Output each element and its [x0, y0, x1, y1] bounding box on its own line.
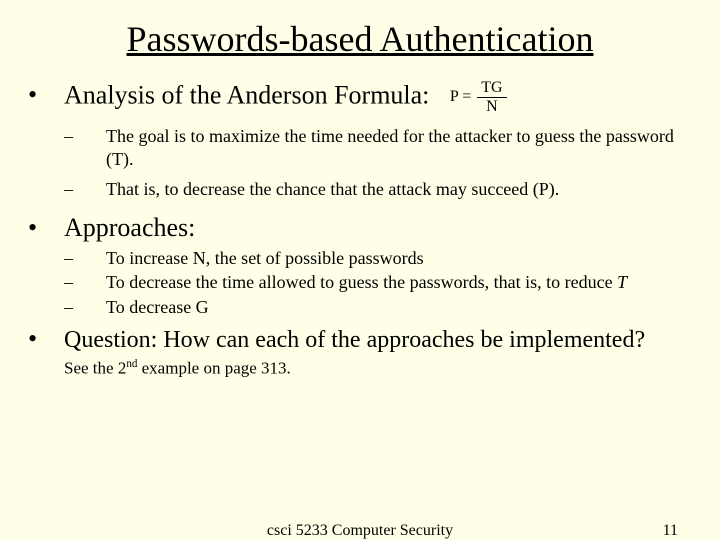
- formula-numerator: TG: [477, 80, 506, 98]
- analysis-sub-2: – That is, to decrease the chance that t…: [64, 178, 692, 201]
- bullet-dot-icon: •: [28, 324, 64, 354]
- bullet-analysis-label: Analysis of the Anderson Formula: P = TG…: [64, 80, 507, 115]
- footer-page-number: 11: [663, 522, 678, 540]
- example-pre: See the 2: [64, 359, 126, 378]
- question-text: Question: How can each of the approaches…: [64, 327, 645, 354]
- approach-sub-2: – To decrease the time allowed to guess …: [64, 271, 692, 294]
- anderson-formula: P = TG N: [450, 80, 507, 115]
- bullet-approaches: • Approaches:: [28, 207, 692, 245]
- dash-icon: –: [64, 125, 106, 148]
- dash-icon: –: [64, 247, 106, 270]
- approach-sub-3-text: To decrease G: [106, 296, 209, 319]
- dash-icon: –: [64, 271, 106, 294]
- footer-course: csci 5233 Computer Security: [267, 522, 453, 540]
- dash-icon: –: [64, 296, 106, 319]
- example-sup: nd: [126, 358, 137, 370]
- slide: Passwords-based Authentication • Analysi…: [0, 0, 720, 540]
- approach-sub-1: – To increase N, the set of possible pas…: [64, 247, 692, 270]
- analysis-sub-2-text: That is, to decrease the chance that the…: [106, 178, 559, 201]
- approaches-label: Approaches:: [64, 213, 195, 243]
- approach-sub-1-text: To increase N, the set of possible passw…: [106, 247, 424, 270]
- dash-icon: –: [64, 178, 106, 201]
- example-ref: See the 2nd example on page 313.: [64, 358, 692, 379]
- formula-lhs: P =: [450, 88, 471, 105]
- bullet-dot-icon: •: [28, 213, 64, 243]
- bullet-dot-icon: •: [28, 80, 64, 110]
- analysis-sub-1: – The goal is to maximize the time neede…: [64, 125, 692, 170]
- approach-sub-2-text: To decrease the time allowed to guess th…: [106, 271, 627, 294]
- formula-denominator: N: [477, 98, 506, 115]
- slide-title: Passwords-based Authentication: [28, 18, 692, 60]
- approach-sub-3: – To decrease G: [64, 296, 692, 319]
- approach-sub-2-pre: To decrease the time allowed to guess th…: [106, 272, 617, 292]
- italic-t: T: [617, 272, 627, 292]
- analysis-text: Analysis of the Anderson Formula:: [64, 80, 429, 109]
- bullet-analysis: • Analysis of the Anderson Formula: P = …: [28, 74, 692, 117]
- analysis-sub-1-text: The goal is to maximize the time needed …: [106, 125, 692, 170]
- example-post: example on page 313.: [137, 359, 290, 378]
- bullet-question: • Question: How can each of the approach…: [28, 324, 692, 354]
- fraction-icon: TG N: [477, 80, 506, 115]
